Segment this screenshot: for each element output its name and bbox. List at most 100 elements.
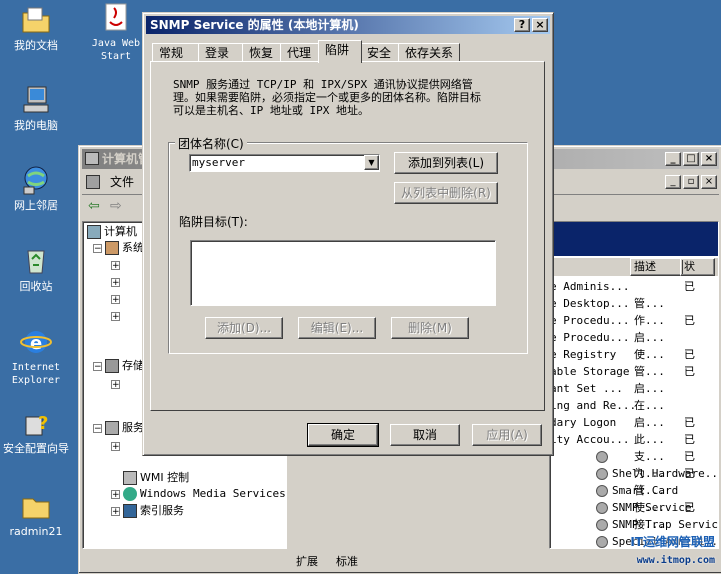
service-row[interactable]: e Procedu... 作... 已	[550, 312, 718, 329]
trap-destination-list[interactable]	[190, 240, 496, 306]
remove-destination-button[interactable]: 删除(M)	[391, 317, 469, 339]
service-row[interactable]: e Registry 使... 已	[550, 346, 718, 363]
folder-icon	[20, 490, 52, 522]
service-row[interactable]: e Adminis... 已	[550, 278, 718, 295]
services-list[interactable]: 描述 状 e Adminis... 已 e Desktop... 管... e Proc…	[549, 221, 719, 549]
watermark-url: www.itmop.com	[636, 555, 715, 566]
back-arrow-icon[interactable]: ⇦	[88, 198, 100, 214]
service-name: e Adminis...	[550, 280, 630, 293]
maximize-button[interactable]: □	[683, 152, 699, 166]
service-row[interactable]: ing and Re... 在...	[550, 397, 718, 414]
expand-icon[interactable]: +	[111, 442, 120, 452]
child-restore-button[interactable]: ▫	[683, 175, 699, 189]
expand-icon[interactable]: +	[111, 278, 120, 288]
service-status: 已	[684, 314, 695, 327]
snmp-properties-dialog[interactable]: SNMP Service 的属性 (本地计算机) ? × 常规 登录 恢复 代理 陷阱安…	[142, 12, 554, 456]
desktop-icon-radmin21[interactable]: radmin21	[0, 490, 72, 538]
column-status[interactable]: 状	[680, 258, 715, 276]
help-button[interactable]: ?	[514, 18, 530, 32]
description-text: SNMP 服务通过 TCP/IP 和 IPX/SPX 通讯协议提供网络管理。如果…	[173, 78, 481, 117]
chevron-down-icon[interactable]: ▼	[364, 155, 379, 170]
service-row[interactable]: SNMP Trap Service 接...	[550, 516, 718, 533]
child-close-button[interactable]: ×	[701, 175, 717, 189]
tree-storage[interactable]: 存储	[105, 358, 144, 374]
desktop-icon-recycle-bin[interactable]: 回收站	[0, 245, 72, 293]
service-row[interactable]: dary Logon 启... 已	[550, 414, 718, 431]
expand-icon[interactable]: +	[111, 312, 120, 322]
tree-system[interactable]: 系统	[105, 240, 144, 256]
internet-explorer-icon: e	[20, 326, 52, 358]
add-destination-button[interactable]: 添加(D)...	[205, 317, 283, 339]
close-button[interactable]: ×	[532, 18, 548, 32]
expand-icon[interactable]: +	[111, 295, 120, 305]
child-minimize-button[interactable]: _	[665, 175, 681, 189]
cancel-button[interactable]: 取消	[390, 424, 460, 446]
desktop-icon-network-places[interactable]: 网上邻居	[0, 164, 72, 212]
service-row[interactable]: ity Accou... 此... 已	[550, 431, 718, 448]
expand-icon[interactable]: +	[111, 261, 120, 271]
service-row[interactable]: e Procedu... 启...	[550, 329, 718, 346]
service-name: e Desktop...	[550, 297, 630, 310]
dialog-title: SNMP Service 的属性 (本地计算机)	[150, 18, 359, 32]
tree-wmi[interactable]: WMI 控制	[123, 470, 189, 486]
java-icon	[100, 2, 132, 34]
tree-root[interactable]: 计算机	[87, 224, 137, 240]
community-combobox[interactable]: myserver ▼	[189, 154, 380, 172]
tab-4[interactable]: 陷阱	[318, 40, 362, 63]
collapse-icon[interactable]: −	[93, 424, 102, 434]
computer-icon	[87, 225, 101, 239]
service-status: 已	[684, 365, 695, 378]
ok-button[interactable]: 确定	[307, 423, 379, 447]
tab-2[interactable]: 恢复	[242, 43, 282, 62]
expand-icon[interactable]: +	[111, 380, 120, 390]
desktop-icon-my-computer[interactable]: 我的电脑	[0, 84, 72, 132]
tab-1[interactable]: 登录	[198, 43, 244, 62]
community-input[interactable]: myserver	[192, 156, 245, 169]
service-name: Shell Hardware...	[612, 467, 719, 480]
desktop-icon-internet-explorer[interactable]: e Internet Explorer	[0, 326, 72, 387]
tab-3[interactable]: 代理	[280, 43, 320, 62]
tree-windows-media-services[interactable]: Windows Media Services	[123, 486, 286, 502]
forward-arrow-icon[interactable]: ⇨	[110, 198, 122, 214]
service-desc: 为...	[634, 467, 665, 480]
expand-icon[interactable]: +	[111, 507, 120, 517]
service-row[interactable]: Smart Card 管...	[550, 482, 718, 499]
service-status: 已	[684, 501, 695, 514]
dialog-title-bar[interactable]: SNMP Service 的属性 (本地计算机) ? ×	[146, 16, 550, 34]
tab-5[interactable]: 安全	[360, 43, 400, 62]
service-row[interactable]: Shell Hardware... 为... 已	[550, 465, 718, 482]
add-to-list-button[interactable]: 添加到列表(L)	[394, 152, 498, 174]
desktop-icon-security-wizard[interactable]: ? 安全配置向导	[0, 407, 72, 455]
desktop-icon-my-documents[interactable]: 我的文档	[0, 4, 72, 52]
apply-button[interactable]: 应用(A)	[472, 424, 542, 446]
recycle-bin-icon	[20, 245, 52, 277]
tree-services[interactable]: 服务	[105, 420, 144, 436]
service-desc: 使...	[634, 348, 665, 361]
edit-destination-button[interactable]: 编辑(E)...	[298, 317, 376, 339]
service-row[interactable]: 支... 已	[550, 448, 718, 465]
service-row[interactable]: able Storage 管... 已	[550, 363, 718, 380]
traps-tab-panel: SNMP 服务通过 TCP/IP 和 IPX/SPX 通讯协议提供网络管理。如果…	[150, 61, 545, 411]
service-status: 已	[684, 467, 695, 480]
mmc-title-icon	[85, 152, 99, 165]
remove-from-list-button[interactable]: 从列表中删除(R)	[394, 182, 498, 204]
service-desc: 管...	[634, 365, 665, 378]
tab-extended[interactable]: 扩展	[296, 553, 318, 569]
column-desc[interactable]: 描述	[630, 258, 683, 276]
collapse-icon[interactable]: −	[93, 244, 102, 254]
close-button[interactable]: ×	[701, 152, 717, 166]
tree-indexing-service[interactable]: 索引服务	[123, 503, 184, 519]
service-row[interactable]: e Desktop... 管...	[550, 295, 718, 312]
tab-standard[interactable]: 标准	[336, 553, 358, 569]
collapse-icon[interactable]: −	[93, 362, 102, 372]
service-row[interactable]: SNMP Service 使... 已	[550, 499, 718, 516]
expand-icon[interactable]: +	[111, 490, 120, 500]
computer-icon	[20, 84, 52, 116]
minimize-button[interactable]: _	[665, 152, 681, 166]
menu-file[interactable]: 文件	[110, 172, 134, 192]
service-row[interactable]: ant Set ... 启...	[550, 380, 718, 397]
tab-0[interactable]: 常规	[152, 43, 200, 62]
service-name: ant Set ...	[550, 382, 623, 395]
tab-6[interactable]: 依存关系	[398, 43, 460, 62]
community-group-label: 团体名称(C)	[175, 135, 247, 152]
